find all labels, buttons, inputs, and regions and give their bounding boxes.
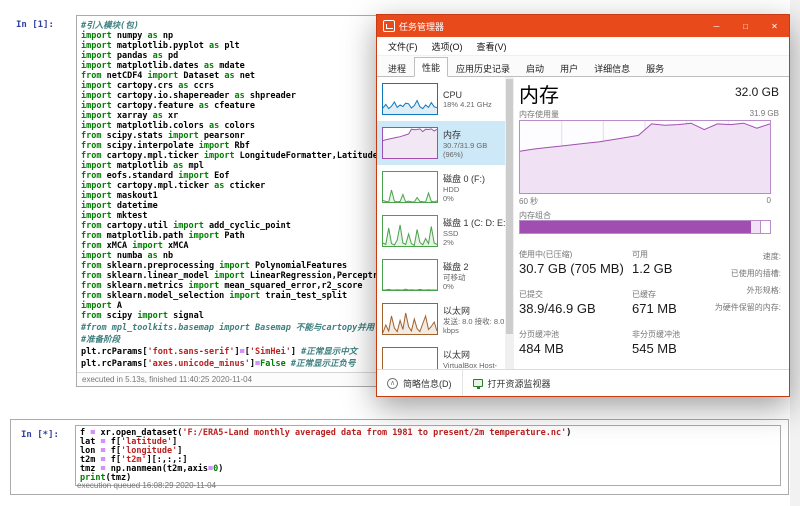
- perf-sidebar-item-memory[interactable]: 内存 30.7/31.9 GB (96%): [377, 121, 505, 165]
- perf-sidebar-item-disk2[interactable]: 磁盘 2 可移动 0%: [377, 253, 505, 297]
- perf-sidebar-item-ethernet1[interactable]: 以太网 发送: 8.0 接收: 8.0 kbps: [377, 297, 505, 341]
- minimize-button[interactable]: ─: [702, 15, 731, 37]
- code-editor[interactable]: f = xr.open_dataset('F:/ERA5-Land monthl…: [76, 426, 780, 485]
- sidebar-item-name: 磁盘 2: [443, 260, 469, 273]
- notebook-scroll-gutter[interactable]: [790, 0, 800, 506]
- sidebar-item-detail: 可移动 0%: [443, 273, 469, 291]
- titlebar[interactable]: 任务管理器 ─ □ ✕: [377, 15, 789, 37]
- menu-view[interactable]: 查看(V): [470, 38, 514, 55]
- sidebar-item-detail: 发送: 8.0 接收: 8.0 kbps: [443, 317, 505, 335]
- code-line: f = xr.open_dataset('F:/ERA5-Land monthl…: [80, 429, 776, 438]
- perf-sidebar-item-disk0[interactable]: 磁盘 0 (F:) HDD 0%: [377, 165, 505, 209]
- timeline-label: 60 秒: [519, 196, 538, 207]
- cell1-prompt: In [1]:: [16, 20, 54, 30]
- stat-committed: 已提交 38.9/46.9 GB: [519, 289, 596, 316]
- ethernet2-mini-chart: [382, 347, 438, 369]
- performance-pane: CPU 18% 4.21 GHz 内存 30.7/31.9 GB (96%) 磁…: [377, 77, 789, 369]
- stat-available: 可用 1.2 GB: [632, 249, 672, 276]
- meta-form-factor-label: 外形规格:: [747, 285, 781, 296]
- stat-in-use: 使用中(已压缩) 30.7 GB (705 MB): [519, 249, 624, 276]
- stat-nonpaged-pool: 非分页缓冲池 545 MB: [632, 329, 680, 356]
- task-manager-window: 任务管理器 ─ □ ✕ 文件(F) 选项(O) 查看(V) 进程 性能 应用历史…: [376, 14, 790, 397]
- perf-sidebar-item-disk1[interactable]: 磁盘 1 (C: D: E:) SSD 2%: [377, 209, 505, 253]
- tab-startup[interactable]: 启动: [518, 58, 552, 77]
- disk2-mini-chart: [382, 259, 438, 291]
- composition-modified-segment: [750, 221, 760, 233]
- memory-mini-chart: [382, 127, 438, 159]
- perf-sidebar: CPU 18% 4.21 GHz 内存 30.7/31.9 GB (96%) 磁…: [377, 77, 505, 369]
- tab-details[interactable]: 详细信息: [586, 58, 638, 77]
- composition-free-segment: [760, 221, 770, 233]
- sidebar-item-detail: VirtualBox Host-On...: [443, 361, 505, 370]
- meta-speed-label: 速度:: [763, 251, 781, 262]
- sidebar-item-detail: SSD 2%: [443, 229, 505, 247]
- taskmanager-icon: [383, 20, 395, 32]
- tabbar: 进程 性能 应用历史记录 启动 用户 详细信息 服务: [377, 56, 789, 77]
- maximize-button[interactable]: □: [731, 15, 760, 37]
- resource-monitor-icon: [473, 379, 483, 387]
- timeline-end-label: 0: [767, 196, 771, 207]
- sidebar-item-detail: 30.7/31.9 GB (96%): [443, 141, 505, 159]
- meta-slots-label: 已使用的插槽:: [731, 268, 781, 279]
- sidebar-scrollbar[interactable]: [505, 77, 514, 369]
- tab-processes[interactable]: 进程: [380, 58, 414, 77]
- meta-hw-reserved-label: 为硬件保留的内存:: [715, 302, 781, 313]
- perf-sidebar-item-cpu[interactable]: CPU 18% 4.21 GHz: [377, 77, 505, 121]
- sidebar-item-name: 以太网: [443, 304, 505, 317]
- tab-app-history[interactable]: 应用历史记录: [448, 58, 518, 77]
- sidebar-item-name: 磁盘 0 (F:): [443, 172, 485, 185]
- sidebar-item-detail: 18% 4.21 GHz: [443, 100, 492, 109]
- cell2-codewrap: f = xr.open_dataset('F:/ERA5-Land monthl…: [75, 425, 781, 486]
- open-resource-monitor-link[interactable]: 打开资源监视器: [462, 370, 561, 396]
- chevron-up-icon: ∧: [387, 378, 398, 389]
- cell2-exec-status: execution queued 16:08:29 2020-11-04: [77, 481, 216, 490]
- screen: In [1]: #引入模块(包)import numpy as npimport…: [0, 0, 800, 506]
- close-button[interactable]: ✕: [760, 15, 789, 37]
- cpu-mini-chart: [382, 83, 438, 115]
- tab-performance[interactable]: 性能: [414, 57, 448, 77]
- stat-paged-pool: 分页缓冲池 484 MB: [519, 329, 564, 356]
- perf-sidebar-item-ethernet2[interactable]: 以太网 VirtualBox Host-On...: [377, 341, 505, 369]
- tab-services[interactable]: 服务: [638, 58, 672, 77]
- sidebar-item-detail: HDD 0%: [443, 185, 485, 203]
- memory-usage-chart: [519, 120, 771, 194]
- tab-users[interactable]: 用户: [552, 58, 586, 77]
- disk0-mini-chart: [382, 171, 438, 203]
- sidebar-item-name: 内存: [443, 128, 505, 141]
- menubar: 文件(F) 选项(O) 查看(V): [377, 37, 789, 56]
- sidebar-item-name: 磁盘 1 (C: D: E:): [443, 216, 505, 229]
- code-line: tmz = np.nanmean(t2m,axis=0): [80, 465, 776, 474]
- window-title: 任务管理器: [399, 20, 444, 33]
- memory-usage-max: 31.9 GB: [750, 109, 779, 120]
- ethernet1-mini-chart: [382, 303, 438, 335]
- menu-options[interactable]: 选项(O): [425, 38, 470, 55]
- composition-in-use-segment: [520, 221, 750, 233]
- memory-total: 32.0 GB: [735, 85, 779, 99]
- sidebar-item-name: CPU: [443, 90, 492, 100]
- taskmanager-footer: ∧ 简略信息(D) 打开资源监视器: [377, 369, 789, 396]
- stat-cached: 已缓存 671 MB: [632, 289, 677, 316]
- fewer-details-button[interactable]: ∧ 简略信息(D): [377, 370, 462, 396]
- memory-composition-bar: [519, 220, 771, 234]
- disk1-mini-chart: [382, 215, 438, 247]
- memory-detail-panel: 内存 32.0 GB 内存使用量 31.9 GB 60 秒 0 内存组合: [519, 79, 781, 369]
- cell2-prompt: In [*]:: [21, 430, 59, 440]
- notebook-cell-2[interactable]: In [*]: f = xr.open_dataset('F:/ERA5-Lan…: [10, 419, 789, 495]
- menu-file[interactable]: 文件(F): [381, 38, 425, 55]
- code-line: lat = f['latitude']: [80, 438, 776, 447]
- sidebar-item-name: 以太网: [443, 348, 505, 361]
- memory-usage-label: 内存使用量: [519, 109, 559, 120]
- sidebar-scrollbar-thumb[interactable]: [506, 79, 513, 334]
